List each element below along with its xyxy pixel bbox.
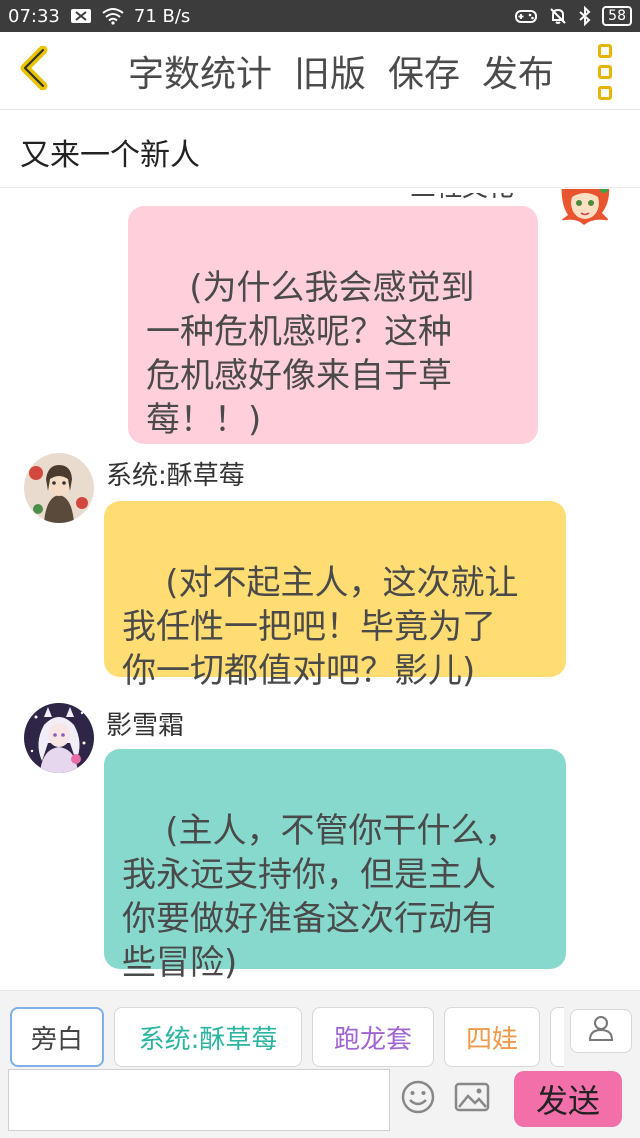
role-chip-label: 跑龙套 (333, 1024, 412, 1055)
emoji-icon (400, 1079, 436, 1119)
role-chip-label: 系统:酥草莓 (138, 1024, 278, 1055)
role-chip-extra[interactable]: 跑龙套 (312, 1007, 434, 1067)
composer: 旁白 系统:酥草莓 跑龙套 四娃 发送 (0, 990, 640, 1138)
toolbar-actions: 字数统计 旧版 保存 发布 (128, 45, 554, 97)
avatar[interactable] (554, 189, 616, 229)
role-chip-label: 四娃 (465, 1024, 518, 1055)
page-title: 又来一个新人 (20, 138, 200, 173)
battery-indicator: 58 (602, 6, 632, 26)
role-chip-siwa[interactable]: 四娃 (444, 1007, 540, 1067)
mute-bell-icon (548, 6, 568, 26)
more-dot-icon (598, 86, 612, 100)
avatar[interactable] (24, 703, 94, 773)
message-bubble[interactable]: (主人，不管你干什么， 我永远支持你，但是主人 你要做好准备这次行动有 些冒险) (104, 749, 566, 983)
word-count-button[interactable]: 字数统计 (128, 45, 272, 97)
more-dot-icon (598, 44, 612, 58)
bluetooth-icon (578, 6, 592, 26)
message-bubble[interactable]: (对不起主人，这次就让 我任性一把吧！毕竟为了 你一切都值对吧？影儿) (104, 501, 566, 691)
emoji-button[interactable] (398, 1079, 438, 1119)
chevron-left-icon (19, 45, 49, 94)
status-time: 07:33 (8, 5, 60, 27)
top-toolbar: 字数统计 旧版 保存 发布 (0, 32, 640, 110)
sender-name: 影雪霜 (106, 711, 185, 741)
message-input[interactable] (8, 1069, 390, 1131)
message-text: (对不起主人，这次就让 我任性一把吧！毕竟为了 你一切都值对吧？影儿) (122, 563, 519, 691)
message-text: (为什么我会感觉到 一种危机感呢？这种 危机感好像来自于草 莓！！) (146, 268, 475, 440)
network-speed: 71 B/s (133, 5, 191, 27)
image-button[interactable] (452, 1079, 492, 1119)
avatar[interactable] (24, 453, 94, 523)
add-role-button[interactable] (570, 1009, 632, 1053)
role-chip-more[interactable] (550, 1007, 564, 1067)
old-version-button[interactable]: 旧版 (294, 45, 366, 97)
send-button[interactable]: 发送 (514, 1071, 622, 1127)
notification-icon (70, 8, 92, 24)
message-bubble[interactable]: (为什么我会感觉到 一种危机感呢？这种 危机感好像来自于草 莓！！) (128, 206, 538, 444)
chat-area[interactable]: 三枉文化 (为什么我会感觉到 一种危机感呢？这种 危机感好像来自于草 莓！！) … (0, 189, 640, 989)
role-chip-system[interactable]: 系统:酥草莓 (114, 1007, 302, 1067)
message-text: (主人，不管你干什么， 我永远支持你，但是主人 你要做好准备这次行动有 些冒险) (122, 811, 519, 983)
more-dot-icon (598, 65, 612, 79)
status-bar: 07:33 71 B/s 58 (0, 0, 640, 32)
role-chip-narration[interactable]: 旁白 (10, 1007, 104, 1067)
person-icon (588, 1014, 614, 1049)
sender-name: 三枉文化 (410, 193, 514, 204)
role-chip-label: 旁白 (30, 1024, 83, 1055)
publish-button[interactable]: 发布 (482, 45, 554, 97)
save-button[interactable]: 保存 (388, 45, 460, 97)
wifi-icon (102, 7, 124, 25)
gamepad-icon (514, 7, 538, 25)
more-menu-button[interactable] (592, 44, 618, 100)
sender-name: 系统:酥草莓 (106, 461, 245, 491)
image-icon (454, 1081, 490, 1117)
story-title-bar[interactable]: 又来一个新人 (0, 110, 640, 188)
back-button[interactable] (14, 45, 54, 94)
